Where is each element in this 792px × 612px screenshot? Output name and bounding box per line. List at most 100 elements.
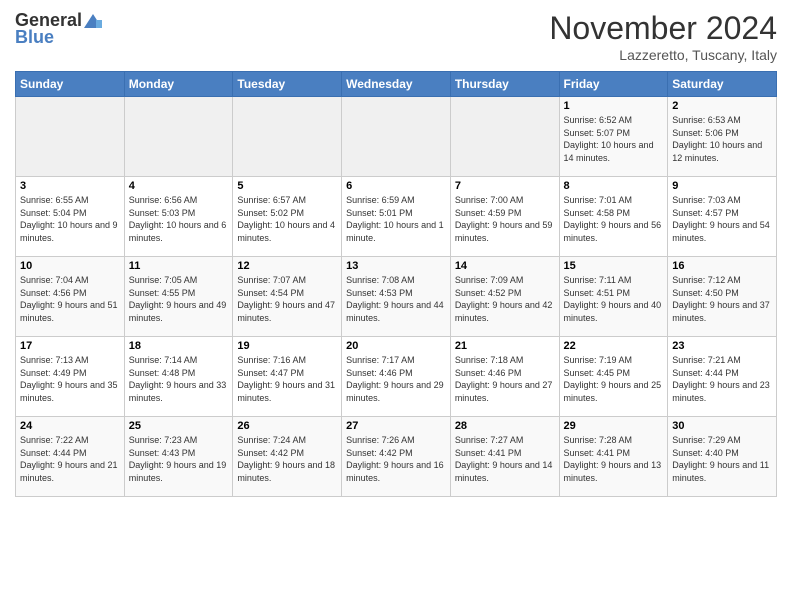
day-info: Sunrise: 7:27 AM Sunset: 4:41 PM Dayligh… <box>455 434 555 484</box>
day-cell <box>124 97 233 177</box>
day-number: 4 <box>129 180 229 192</box>
day-info: Sunrise: 6:56 AM Sunset: 5:03 PM Dayligh… <box>129 194 229 244</box>
day-info: Sunrise: 7:00 AM Sunset: 4:59 PM Dayligh… <box>455 194 555 244</box>
logo-blue: Blue <box>15 27 54 48</box>
day-number: 8 <box>564 180 664 192</box>
day-number: 26 <box>237 420 337 432</box>
day-number: 19 <box>237 340 337 352</box>
day-number: 1 <box>564 100 664 112</box>
day-number: 28 <box>455 420 555 432</box>
day-cell <box>450 97 559 177</box>
day-number: 7 <box>455 180 555 192</box>
day-info: Sunrise: 7:04 AM Sunset: 4:56 PM Dayligh… <box>20 274 120 324</box>
day-info: Sunrise: 7:28 AM Sunset: 4:41 PM Dayligh… <box>564 434 664 484</box>
col-friday: Friday <box>559 72 668 97</box>
header-row: Sunday Monday Tuesday Wednesday Thursday… <box>16 72 777 97</box>
header: General Blue November 2024 Lazzeretto, T… <box>15 10 777 63</box>
day-info: Sunrise: 6:59 AM Sunset: 5:01 PM Dayligh… <box>346 194 446 244</box>
day-cell: 16 Sunrise: 7:12 AM Sunset: 4:50 PM Dayli… <box>668 257 777 337</box>
day-cell <box>233 97 342 177</box>
day-number: 27 <box>346 420 446 432</box>
day-number: 14 <box>455 260 555 272</box>
week-row-3: 10 Sunrise: 7:04 AM Sunset: 4:56 PM Dayli… <box>16 257 777 337</box>
day-cell: 28 Sunrise: 7:27 AM Sunset: 4:41 PM Dayli… <box>450 417 559 497</box>
day-info: Sunrise: 7:16 AM Sunset: 4:47 PM Dayligh… <box>237 354 337 404</box>
col-saturday: Saturday <box>668 72 777 97</box>
week-row-5: 24 Sunrise: 7:22 AM Sunset: 4:44 PM Dayli… <box>16 417 777 497</box>
day-cell: 11Sunrise: 7:05 AM Sunset: 4:55 PM Dayli… <box>124 257 233 337</box>
day-number: 12 <box>237 260 337 272</box>
day-cell: 15Sunrise: 7:11 AM Sunset: 4:51 PM Dayli… <box>559 257 668 337</box>
day-number: 9 <box>672 180 772 192</box>
day-cell: 10 Sunrise: 7:04 AM Sunset: 4:56 PM Dayli… <box>16 257 125 337</box>
day-cell: 4 Sunrise: 6:56 AM Sunset: 5:03 PM Daylig… <box>124 177 233 257</box>
day-number: 20 <box>346 340 446 352</box>
day-number: 10 <box>20 260 120 272</box>
day-info: Sunrise: 7:22 AM Sunset: 4:44 PM Dayligh… <box>20 434 120 484</box>
day-info: Sunrise: 6:57 AM Sunset: 5:02 PM Dayligh… <box>237 194 337 244</box>
day-number: 24 <box>20 420 120 432</box>
day-info: Sunrise: 7:12 AM Sunset: 4:50 PM Dayligh… <box>672 274 772 324</box>
day-cell: 19 Sunrise: 7:16 AM Sunset: 4:47 PM Dayli… <box>233 337 342 417</box>
day-info: Sunrise: 7:29 AM Sunset: 4:40 PM Dayligh… <box>672 434 772 484</box>
month-title: November 2024 <box>549 10 777 47</box>
day-info: Sunrise: 7:07 AM Sunset: 4:54 PM Dayligh… <box>237 274 337 324</box>
day-number: 17 <box>20 340 120 352</box>
day-number: 25 <box>129 420 229 432</box>
day-info: Sunrise: 7:01 AM Sunset: 4:58 PM Dayligh… <box>564 194 664 244</box>
day-cell: 26 Sunrise: 7:24 AM Sunset: 4:42 PM Dayli… <box>233 417 342 497</box>
day-cell <box>342 97 451 177</box>
day-info: Sunrise: 6:53 AM Sunset: 5:06 PM Dayligh… <box>672 114 772 164</box>
day-cell: 6 Sunrise: 6:59 AM Sunset: 5:01 PM Daylig… <box>342 177 451 257</box>
day-cell: 5 Sunrise: 6:57 AM Sunset: 5:02 PM Daylig… <box>233 177 342 257</box>
day-number: 13 <box>346 260 446 272</box>
day-number: 22 <box>564 340 664 352</box>
day-cell: 14 Sunrise: 7:09 AM Sunset: 4:52 PM Dayli… <box>450 257 559 337</box>
day-info: Sunrise: 7:24 AM Sunset: 4:42 PM Dayligh… <box>237 434 337 484</box>
day-cell: 3Sunrise: 6:55 AM Sunset: 5:04 PM Daylig… <box>16 177 125 257</box>
day-info: Sunrise: 7:18 AM Sunset: 4:46 PM Dayligh… <box>455 354 555 404</box>
day-cell: 29Sunrise: 7:28 AM Sunset: 4:41 PM Dayli… <box>559 417 668 497</box>
day-number: 2 <box>672 100 772 112</box>
day-cell: 9Sunrise: 7:03 AM Sunset: 4:57 PM Daylig… <box>668 177 777 257</box>
day-cell: 1 Sunrise: 6:52 AM Sunset: 5:07 PM Daylig… <box>559 97 668 177</box>
day-info: Sunrise: 7:05 AM Sunset: 4:55 PM Dayligh… <box>129 274 229 324</box>
day-cell: 8 Sunrise: 7:01 AM Sunset: 4:58 PM Daylig… <box>559 177 668 257</box>
day-cell <box>16 97 125 177</box>
day-info: Sunrise: 7:09 AM Sunset: 4:52 PM Dayligh… <box>455 274 555 324</box>
week-row-2: 3Sunrise: 6:55 AM Sunset: 5:04 PM Daylig… <box>16 177 777 257</box>
day-number: 5 <box>237 180 337 192</box>
day-cell: 23 Sunrise: 7:21 AM Sunset: 4:44 PM Dayli… <box>668 337 777 417</box>
day-cell: 24 Sunrise: 7:22 AM Sunset: 4:44 PM Dayli… <box>16 417 125 497</box>
day-cell: 7 Sunrise: 7:00 AM Sunset: 4:59 PM Daylig… <box>450 177 559 257</box>
day-number: 6 <box>346 180 446 192</box>
day-info: Sunrise: 7:23 AM Sunset: 4:43 PM Dayligh… <box>129 434 229 484</box>
day-number: 15 <box>564 260 664 272</box>
day-cell: 30Sunrise: 7:29 AM Sunset: 4:40 PM Dayli… <box>668 417 777 497</box>
day-info: Sunrise: 7:21 AM Sunset: 4:44 PM Dayligh… <box>672 354 772 404</box>
calendar-table: Sunday Monday Tuesday Wednesday Thursday… <box>15 71 777 497</box>
day-cell: 13Sunrise: 7:08 AM Sunset: 4:53 PM Dayli… <box>342 257 451 337</box>
day-number: 16 <box>672 260 772 272</box>
day-cell: 22Sunrise: 7:19 AM Sunset: 4:45 PM Dayli… <box>559 337 668 417</box>
day-cell: 17 Sunrise: 7:13 AM Sunset: 4:49 PM Dayli… <box>16 337 125 417</box>
day-cell: 27Sunrise: 7:26 AM Sunset: 4:42 PM Dayli… <box>342 417 451 497</box>
col-wednesday: Wednesday <box>342 72 451 97</box>
location: Lazzeretto, Tuscany, Italy <box>549 47 777 63</box>
col-thursday: Thursday <box>450 72 559 97</box>
day-cell: 25 Sunrise: 7:23 AM Sunset: 4:43 PM Dayli… <box>124 417 233 497</box>
week-row-1: 1 Sunrise: 6:52 AM Sunset: 5:07 PM Daylig… <box>16 97 777 177</box>
logo: General Blue <box>15 10 104 48</box>
day-cell: 21Sunrise: 7:18 AM Sunset: 4:46 PM Dayli… <box>450 337 559 417</box>
day-info: Sunrise: 7:17 AM Sunset: 4:46 PM Dayligh… <box>346 354 446 404</box>
day-info: Sunrise: 7:13 AM Sunset: 4:49 PM Dayligh… <box>20 354 120 404</box>
col-monday: Monday <box>124 72 233 97</box>
col-tuesday: Tuesday <box>233 72 342 97</box>
week-row-4: 17 Sunrise: 7:13 AM Sunset: 4:49 PM Dayli… <box>16 337 777 417</box>
page-container: General Blue November 2024 Lazzeretto, T… <box>0 0 792 507</box>
day-info: Sunrise: 6:52 AM Sunset: 5:07 PM Dayligh… <box>564 114 664 164</box>
day-cell: 20 Sunrise: 7:17 AM Sunset: 4:46 PM Dayli… <box>342 337 451 417</box>
day-number: 23 <box>672 340 772 352</box>
col-sunday: Sunday <box>16 72 125 97</box>
title-section: November 2024 Lazzeretto, Tuscany, Italy <box>549 10 777 63</box>
